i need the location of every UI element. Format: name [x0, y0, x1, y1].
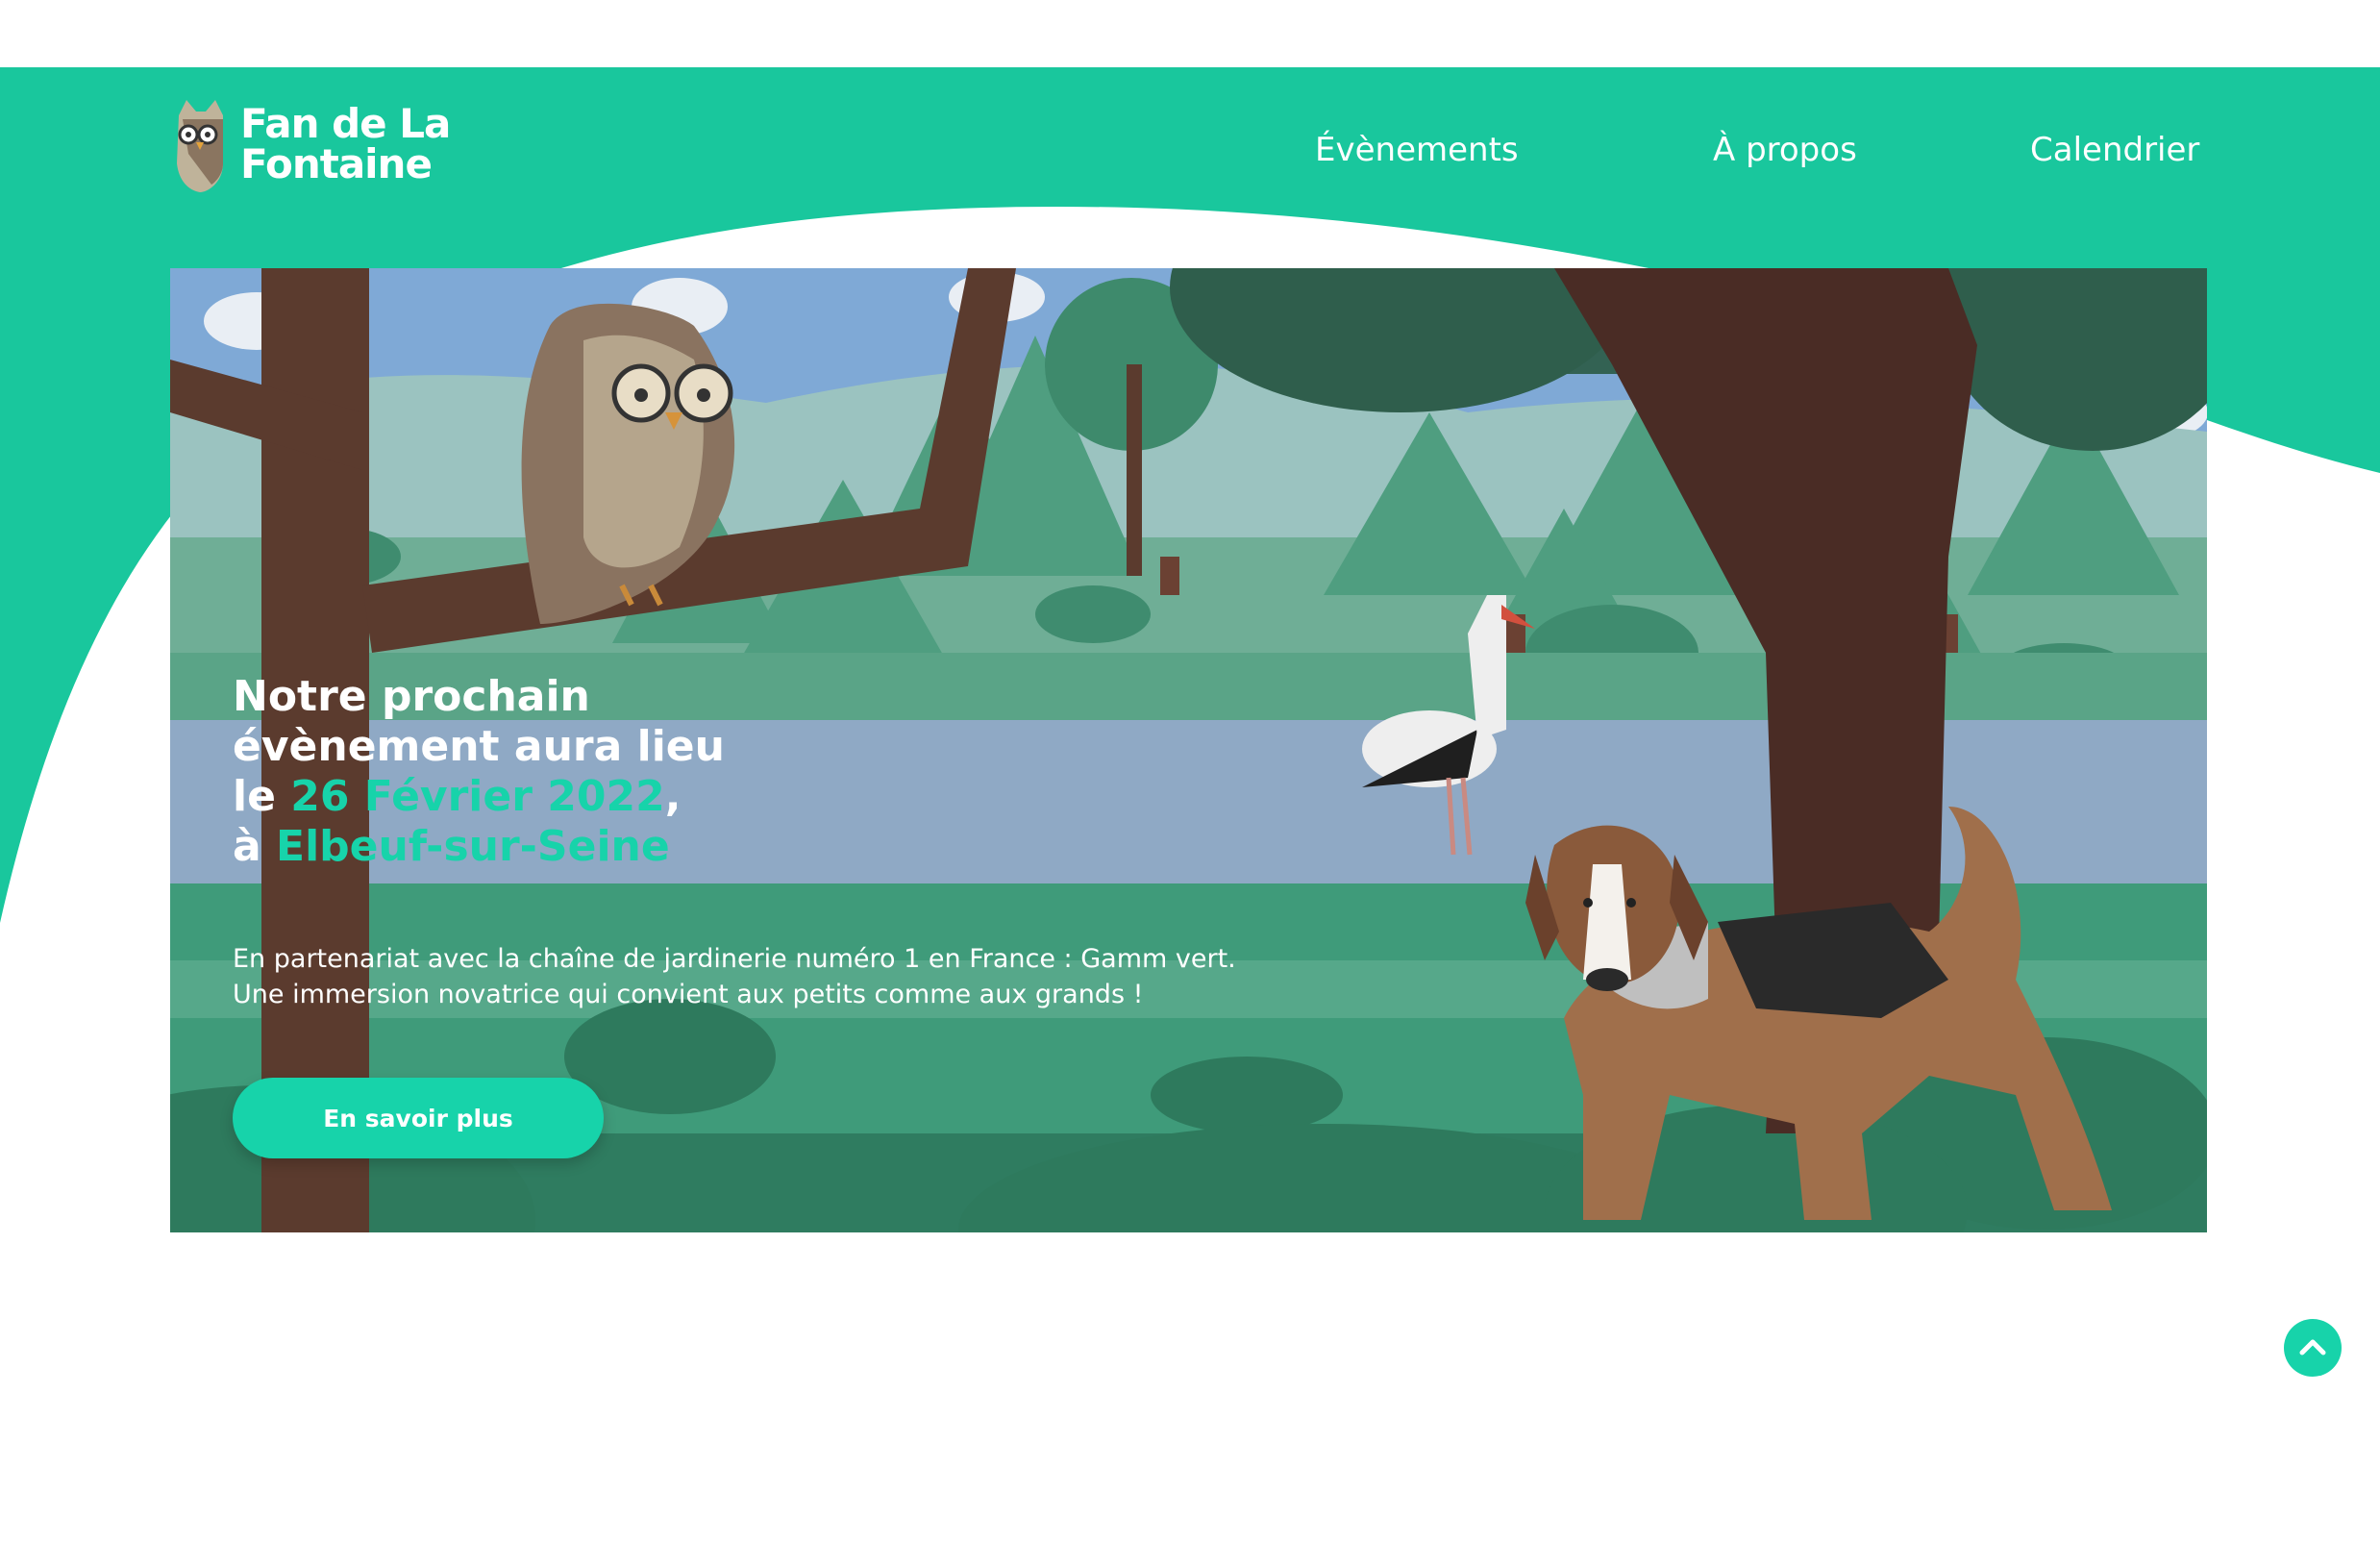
site-header: Fan de La Fontaine Évènements À propos C… — [0, 67, 2380, 240]
nav-link-calendar[interactable]: Calendrier — [2030, 131, 2199, 169]
nav-link-about[interactable]: À propos — [1713, 131, 1857, 169]
hero-description-line-1: En partenariat avec la chaîne de jardine… — [233, 944, 1236, 974]
hero-title: Notre prochain évènement aura lieu le 26… — [233, 672, 1002, 872]
hero-title-suffix-3: , — [664, 772, 682, 821]
hero-title-line-1: Notre prochain — [233, 672, 590, 721]
hero-description: En partenariat avec la chaîne de jardine… — [233, 941, 1482, 1012]
page: Fan de La Fontaine Évènements À propos C… — [0, 0, 2380, 1567]
hero-title-line-2: évènement aura lieu — [233, 722, 725, 771]
scroll-to-top-button[interactable] — [2284, 1319, 2342, 1377]
learn-more-button[interactable]: En savoir plus — [233, 1078, 604, 1158]
hero-description-line-2: Une immersion novatrice qui convient aux… — [233, 980, 1144, 1009]
nav-link-events[interactable]: Évènements — [1315, 131, 1519, 169]
owl-icon — [177, 100, 223, 192]
logo-wordmark: Fan de La Fontaine — [240, 100, 451, 187]
event-date: 26 Février 2022 — [290, 772, 665, 821]
site-logo[interactable]: Fan de La Fontaine — [169, 96, 451, 192]
logo-line-1: Fan de La — [240, 100, 451, 147]
logo-line-2: Fontaine — [240, 140, 433, 187]
chevron-up-icon — [2299, 1339, 2326, 1356]
event-place: Elbeuf-sur-Seine — [276, 822, 670, 871]
hero-title-prefix-4: à — [233, 822, 277, 871]
hero-banner: Notre prochain évènement aura lieu le 26… — [170, 268, 2207, 1232]
hero-title-prefix-3: le — [233, 772, 291, 821]
